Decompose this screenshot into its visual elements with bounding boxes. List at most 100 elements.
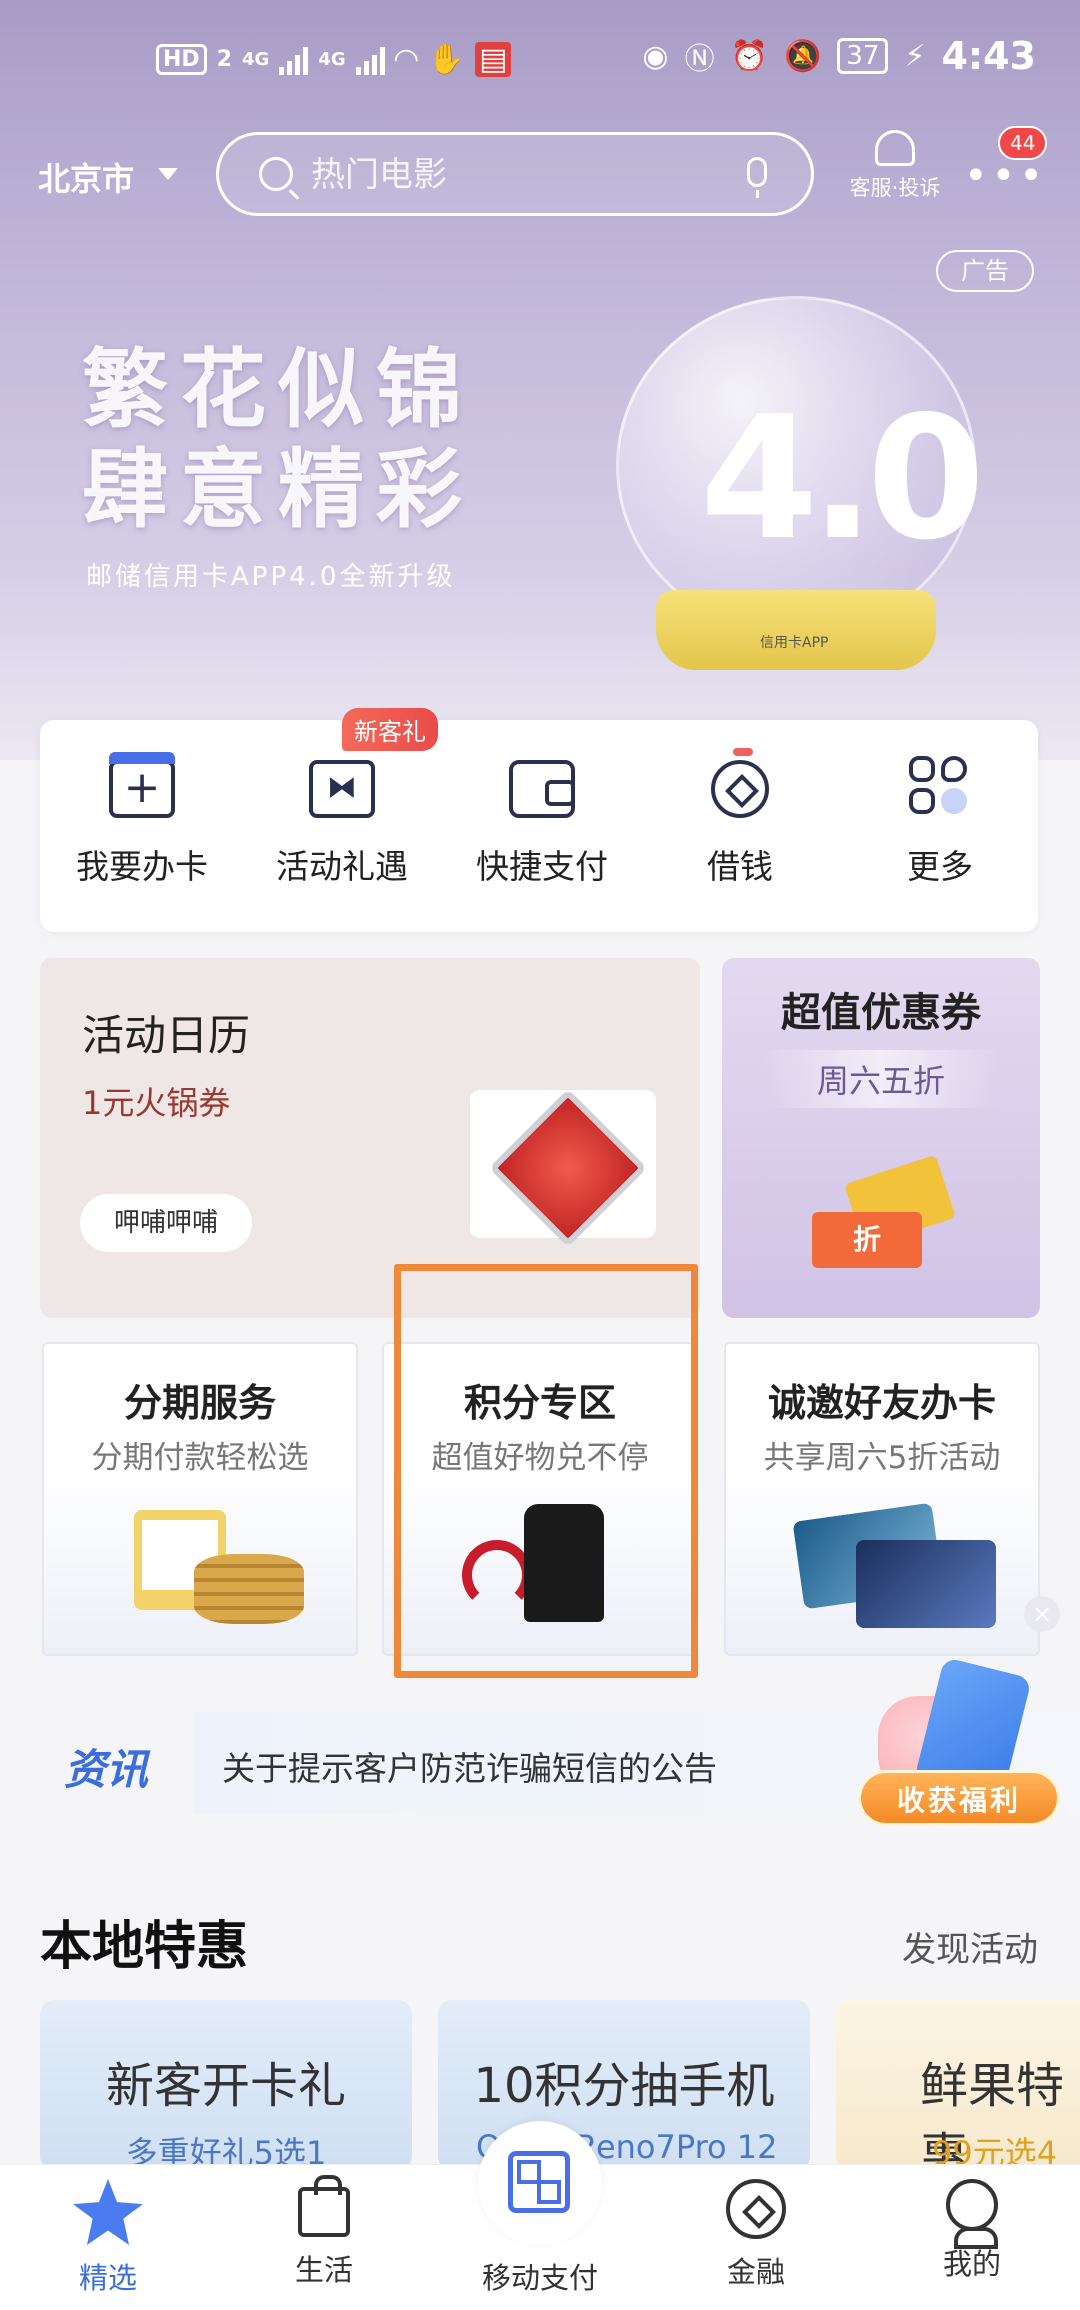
mobile-pay-button[interactable] [478,2121,602,2245]
banner-line-2: 肆意精彩 [82,440,474,540]
eye-icon: ◉ [642,38,669,74]
city-selector[interactable]: 北京市 [38,154,134,200]
quick-action-label: 活动礼遇 [276,847,408,886]
service-button[interactable]: 客服·投诉 [840,130,950,202]
battery-icon: 37 [837,38,889,74]
globe-base-label: 信用卡APP [760,635,829,651]
kettle-image [524,1504,604,1622]
tile-subtitle: 共享周六5折活动 [763,1440,1001,1476]
alarm-icon: ⏰ [730,38,768,74]
book-icon: ▤ [475,42,512,77]
finance-icon [726,2179,786,2239]
signal-icon-2 [355,45,385,75]
discount-ticket: 折 [812,1212,922,1268]
banner-line-1: 繁花似锦 [82,340,474,440]
quick-action-label: 借钱 [707,847,773,886]
headphone-image [462,1540,532,1610]
network-label-1: 4G [242,49,270,70]
merchant-button[interactable]: 呷哺呷哺 [80,1194,252,1252]
quick-action-label: 更多 [907,847,973,886]
bag-icon [298,2175,350,2237]
section-title: 本地特惠 [40,1917,249,1977]
bottom-tab-bar: 精选 生活 移动支付 金融 我的 [0,2121,1080,2310]
tile-subtitle: 超值好物兑不停 [431,1440,649,1476]
calendar-subtitle: 1元火锅券 [82,1084,231,1122]
tile-title: 积分专区 [463,1381,616,1425]
coin-icon [711,748,769,818]
tab-mobile-pay[interactable]: 移动支付 [470,2255,610,2297]
hd-icon: HD [156,44,207,75]
tab-label: 移动支付 [481,2261,598,2295]
mute-icon: 🔕 [783,38,822,74]
quick-action-label: 快捷支付 [476,847,608,886]
tile-title: 诚邀好友办卡 [767,1381,996,1425]
credit-card-image-2 [856,1540,996,1628]
close-icon[interactable]: × [1024,1596,1060,1632]
coupon-card[interactable]: 超值优惠券 周六五折 折 [722,958,1040,1318]
coupon-title: 超值优惠券 [781,990,981,1036]
news-logo: 资讯 [64,1745,149,1794]
quick-action-more[interactable]: 更多 [840,756,1040,888]
ad-tag: 广告 [936,250,1034,292]
welfare-button[interactable]: 收获福利 [858,1770,1060,1826]
me-icon [946,2179,998,2249]
tab-me[interactable]: 我的 [902,2179,1042,2283]
network-label-2: 4G [318,49,346,70]
service-label: 客服·投诉 [849,176,941,200]
signal-icon [279,45,309,75]
banner-subtitle: 邮储信用卡APP4.0全新升级 [86,562,456,592]
promo-title: 新客开卡礼 [105,2058,346,2114]
search-bar[interactable] [216,132,814,216]
tab-label: 生活 [294,2253,353,2287]
discover-link[interactable]: 发现活动 [902,1922,1038,1971]
activity-calendar-card[interactable]: 活动日历 1元火锅券 呷哺呷哺 [40,958,700,1318]
quick-action-borrow[interactable]: 借钱 [640,748,840,888]
quick-action-activities[interactable]: 活动礼遇 [242,760,442,888]
message-badge: 44 [998,126,1048,160]
banner-headline: 繁花似锦 肆意精彩 [82,340,474,540]
globe-number: 4.0 [700,380,985,578]
tile-title: 分期服务 [123,1381,276,1425]
promo-card-fruit[interactable]: 鲜果特惠 99元选4 [836,2000,1080,2170]
wifi-icon: ◠ [394,42,418,77]
wallet-icon [509,760,575,818]
tab-label: 金融 [726,2255,785,2289]
welfare-float[interactable]: 收获福利 [854,1656,1064,1836]
search-input[interactable] [311,151,731,199]
mic-icon[interactable] [747,157,767,198]
coupon-subtitle: 周六五折 [762,1050,1000,1108]
status-bar: HD 2 4G 4G ◠ ✋ ▤ ◉ Ⓝ ⏰ 🔕 37 ⚡ 4:43 [0,0,1080,124]
status-right: ◉ Ⓝ ⏰ 🔕 37 ⚡ 4:43 [642,34,1036,78]
tab-finance[interactable]: 金融 [686,2179,826,2291]
grid-icon [907,756,973,818]
more-icon[interactable]: ••• [964,156,1047,196]
headset-icon [875,130,915,166]
tab-label: 精选 [78,2261,137,2295]
new-customer-badge: 新客礼 [342,708,438,751]
nfc-icon: Ⓝ [684,42,715,77]
promo-title: 10积分抽手机 [473,2058,775,2114]
news-headline: 关于提示客户防范诈骗短信的公告 [222,1749,717,1788]
card-icon [109,752,175,818]
tile-subtitle: 分期付款轻松选 [91,1440,309,1476]
search-icon [259,157,293,191]
coins-image [194,1554,304,1624]
tile-invite-friends[interactable]: 诚邀好友办卡 共享周六5折活动 [724,1342,1040,1656]
qr-icon [508,2151,570,2213]
quick-action-apply-card[interactable]: 我要办卡 [42,752,242,888]
clock: 4:43 [941,34,1036,78]
quick-action-fast-pay[interactable]: 快捷支付 [442,760,642,888]
tile-installment[interactable]: 分期服务 分期付款轻松选 [42,1342,358,1656]
promo-card-new-customer[interactable]: 新客开卡礼 多重好礼5选1 [40,2000,412,2170]
top-bar: 北京市 客服·投诉 ••• 44 [0,124,1080,234]
gift-icon [309,760,375,818]
calendar-title: 活动日历 [82,1011,251,1060]
status-left: HD 2 4G 4G ◠ ✋ ▤ [156,42,512,77]
hotpot-image [470,1090,656,1238]
quick-action-label: 我要办卡 [76,847,208,886]
tab-featured[interactable]: 精选 [38,2179,178,2297]
chevron-down-icon[interactable] [158,168,178,180]
tab-life[interactable]: 生活 [254,2175,394,2289]
tile-points[interactable]: 积分专区 超值好物兑不停 [382,1342,698,1656]
hand-icon: ✋ [427,42,466,77]
